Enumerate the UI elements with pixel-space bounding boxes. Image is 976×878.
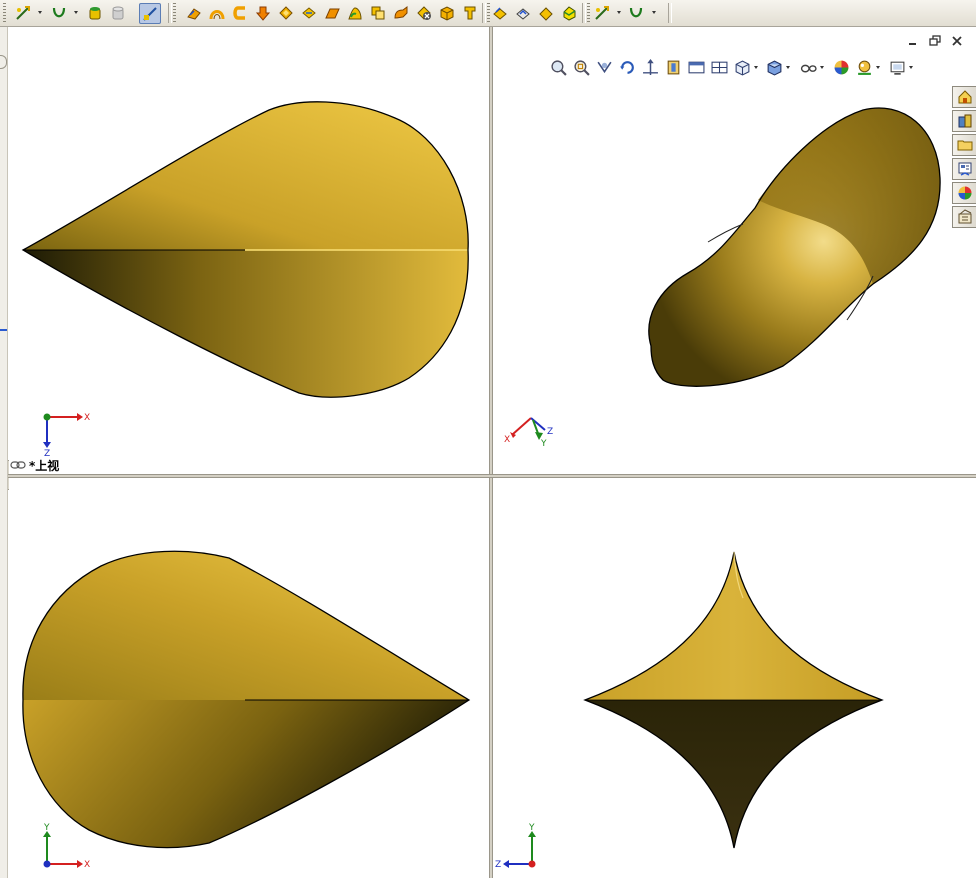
- viewport-isometric-view[interactable]: X Y Z: [493, 28, 976, 474]
- feature-manager-edge: [0, 27, 8, 878]
- chevron-down-icon[interactable]: [652, 11, 656, 14]
- panel-tab[interactable]: [0, 55, 7, 69]
- appearances-icon[interactable]: [952, 182, 976, 204]
- smart-dimension-icon[interactable]: [13, 2, 33, 24]
- chevron-down-icon[interactable]: [38, 11, 42, 14]
- sweep-icon[interactable]: [207, 2, 227, 24]
- display-style-icon[interactable]: [764, 57, 784, 77]
- toolbar-grip[interactable]: [587, 3, 590, 23]
- extrude-cut-icon[interactable]: [108, 2, 128, 24]
- axis-x-label: X: [84, 413, 90, 423]
- chevron-down-icon[interactable]: [754, 66, 758, 69]
- dome-icon[interactable]: [345, 2, 365, 24]
- shell-icon[interactable]: [276, 2, 296, 24]
- chevron-down-icon[interactable]: [74, 11, 78, 14]
- close-icon[interactable]: [950, 34, 964, 48]
- rib-icon[interactable]: [299, 2, 319, 24]
- intersect-icon[interactable]: [414, 2, 434, 24]
- pan-view-icon[interactable]: [640, 57, 660, 77]
- flex-icon[interactable]: [391, 2, 411, 24]
- link-icon: [10, 461, 26, 469]
- thicken-icon[interactable]: [559, 2, 579, 24]
- chevron-down-icon[interactable]: [909, 66, 913, 69]
- viewport-top-view[interactable]: X Z: [9, 28, 489, 474]
- edit-appearance-icon[interactable]: [831, 57, 851, 77]
- view-palette-icon[interactable]: [952, 158, 976, 180]
- viewport-right-view[interactable]: Z Y: [493, 478, 976, 878]
- fill-surface-icon[interactable]: [536, 2, 556, 24]
- loft-icon[interactable]: [230, 2, 250, 24]
- horizontal-viewport-splitter[interactable]: [8, 474, 976, 478]
- model-teardrop-right[interactable]: [493, 478, 976, 878]
- instant3d-icon[interactable]: [139, 3, 161, 24]
- view-name-label: *上视: [10, 457, 59, 473]
- single-view-icon[interactable]: [686, 57, 706, 77]
- file-explorer-icon[interactable]: [952, 134, 976, 156]
- vertical-viewport-splitter[interactable]: [489, 27, 493, 878]
- axis-triad-front: X Y: [43, 823, 90, 870]
- revolve-icon[interactable]: [253, 2, 273, 24]
- view-orientation-icon[interactable]: [732, 57, 752, 77]
- axis-z-label: Z: [547, 427, 553, 437]
- toolbar-grip[interactable]: [173, 3, 176, 23]
- axis-triad-top: X Z: [43, 413, 90, 458]
- section-view-icon[interactable]: [663, 57, 683, 77]
- axis-x-label: X: [504, 435, 510, 445]
- custom-properties-icon[interactable]: [952, 206, 976, 228]
- minimize-icon[interactable]: [906, 34, 920, 48]
- spline-icon[interactable]: [49, 2, 69, 24]
- spline-icon[interactable]: [626, 2, 646, 24]
- chevron-down-icon[interactable]: [876, 66, 880, 69]
- rotate-view-icon[interactable]: [617, 57, 637, 77]
- model-teardrop-isometric[interactable]: [493, 28, 976, 474]
- axis-y-label: Y: [540, 439, 547, 448]
- viewport-front-view[interactable]: X Y: [9, 478, 489, 878]
- axis-y-label: Y: [43, 823, 50, 833]
- axis-y-label: Y: [528, 823, 535, 833]
- command-toolbar: [0, 0, 976, 27]
- zoom-to-fit-icon[interactable]: [548, 57, 568, 77]
- selection-marker: [0, 329, 7, 331]
- draft-icon[interactable]: [322, 2, 342, 24]
- view-name-text: *上视: [29, 458, 60, 473]
- chevron-down-icon[interactable]: [617, 11, 621, 14]
- previous-view-icon[interactable]: [594, 57, 614, 77]
- solidworks-resources-icon[interactable]: [952, 86, 976, 108]
- fillet-icon[interactable]: [184, 2, 204, 24]
- offset-surface-icon[interactable]: [490, 2, 510, 24]
- viewport-window-controls: [906, 34, 964, 48]
- toolbar-grip[interactable]: [3, 3, 6, 23]
- view-settings-icon[interactable]: [887, 57, 907, 77]
- move-face-icon[interactable]: [437, 2, 457, 24]
- chevron-down-icon[interactable]: [786, 66, 790, 69]
- restore-icon[interactable]: [928, 34, 942, 48]
- two-view-icon[interactable]: [709, 57, 729, 77]
- design-library-icon[interactable]: [952, 110, 976, 132]
- axis-x-label: X: [84, 860, 90, 870]
- model-teardrop-front[interactable]: [9, 478, 489, 878]
- axis-triad-isometric: X Y Z: [504, 417, 553, 448]
- hide-show-items-icon[interactable]: [798, 57, 818, 77]
- axis-z-label: Z: [495, 860, 501, 870]
- smart-dimension-icon[interactable]: [592, 2, 612, 24]
- knit-surface-icon[interactable]: [513, 2, 533, 24]
- apply-scene-icon[interactable]: [854, 57, 874, 77]
- wrap-icon[interactable]: [368, 2, 388, 24]
- axis-triad-right: Z Y: [495, 823, 536, 870]
- deform-icon[interactable]: [460, 2, 480, 24]
- chevron-down-icon[interactable]: [820, 66, 824, 69]
- extrude-boss-icon[interactable]: [85, 2, 105, 24]
- zoom-to-area-icon[interactable]: [571, 57, 591, 77]
